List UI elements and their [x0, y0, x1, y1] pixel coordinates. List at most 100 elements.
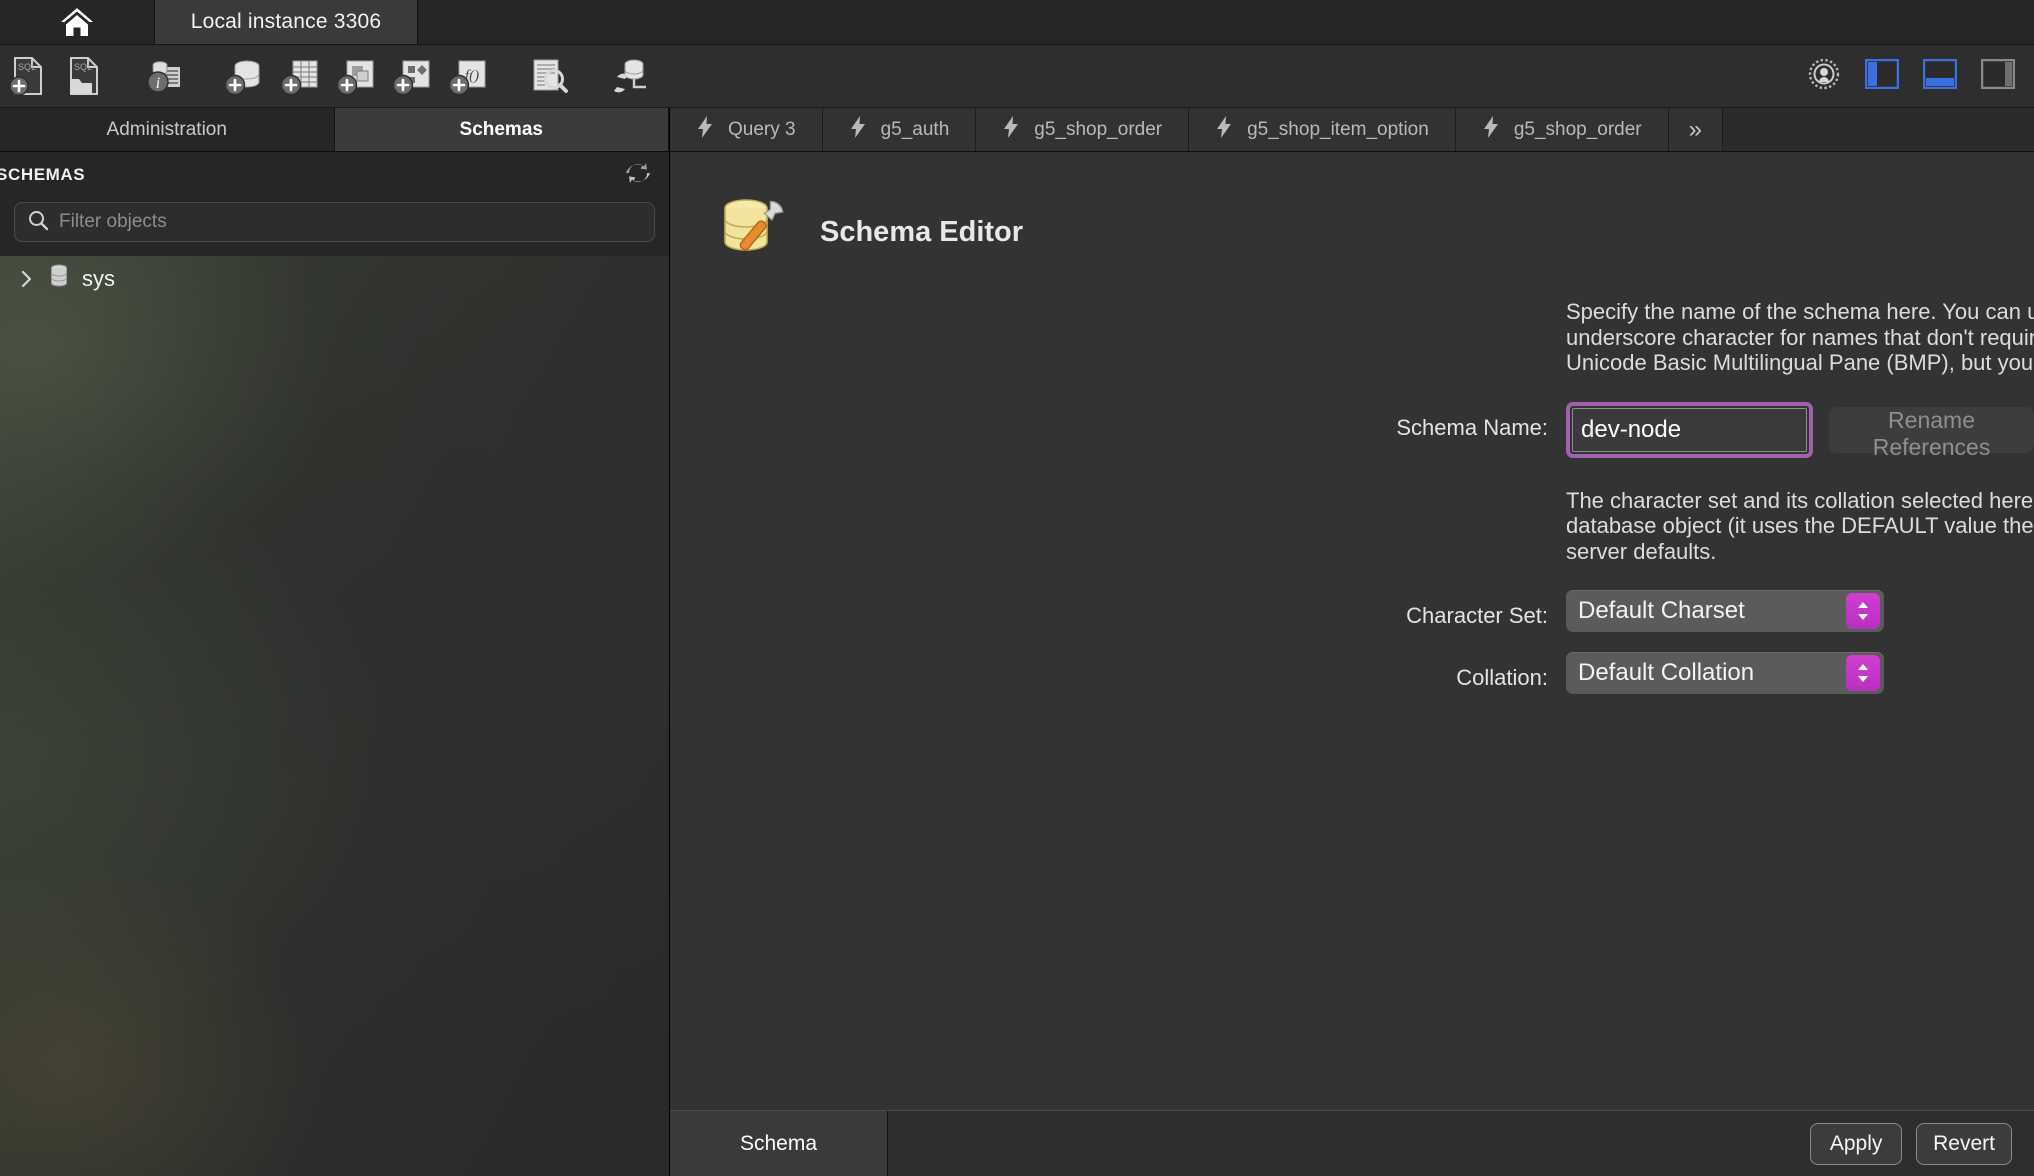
- tree-item-sys[interactable]: sys: [0, 256, 669, 302]
- schema-name-input-wrapper[interactable]: [1566, 401, 1814, 458]
- body-split: Administration Schemas SCHEMAS Filter ob…: [0, 108, 2034, 1176]
- editor-tab-g5-auth[interactable]: g5_auth: [822, 108, 977, 151]
- editor-tabbar: Query 3 g5_auth g5_shop_order g5_shop_it…: [670, 108, 2034, 152]
- editor-pane: Query 3 g5_auth g5_shop_order g5_shop_it…: [670, 108, 2034, 1176]
- editor-tab-query-3[interactable]: Query 3: [670, 108, 823, 151]
- toggle-secondary-sidebar-button[interactable]: [1972, 51, 2024, 103]
- editor-tab-label: g5_auth: [880, 118, 950, 140]
- panel-right-icon: [1980, 58, 2016, 94]
- instance-tab-label: Local instance 3306: [190, 10, 382, 33]
- new-sql-file-button[interactable]: SQL: [0, 50, 56, 102]
- lightning-icon: [849, 115, 867, 145]
- schemas-section-title: SCHEMAS: [0, 165, 86, 184]
- toolbar-file-group: SQL SQL i f(): [0, 50, 656, 102]
- lightning-icon: [696, 115, 714, 145]
- reconnect-server-button[interactable]: [600, 50, 656, 102]
- search-data-button[interactable]: [520, 50, 576, 102]
- sidebar-tab-schemas[interactable]: Schemas: [334, 108, 669, 151]
- schema-editor-icon: [718, 194, 792, 271]
- character-set-select[interactable]: Default Charset: [1566, 590, 1884, 633]
- new-function-button[interactable]: f(): [440, 50, 496, 102]
- lightning-icon: [1215, 115, 1233, 145]
- schema-editor-title: Schema Editor: [820, 216, 1024, 248]
- toggle-sidebar-button[interactable]: [1856, 51, 1908, 103]
- svg-text:i: i: [156, 75, 160, 92]
- schema-name-input[interactable]: [1572, 407, 1808, 452]
- rename-references-button[interactable]: Rename References: [1829, 406, 2034, 460]
- lightning-icon: [1482, 115, 1500, 145]
- editor-tab-label: Query 3: [728, 118, 796, 140]
- sidebar-tab-schemas-label: Schemas: [459, 118, 543, 140]
- chevron-updown-icon[interactable]: [1846, 655, 1880, 692]
- panel-left-icon: [1864, 58, 1900, 94]
- charset-description-line-2: database object (it uses the DEFAULT val…: [1566, 513, 2034, 539]
- reconnect-server-icon: [607, 55, 649, 97]
- apply-button[interactable]: Apply: [1810, 1122, 1903, 1165]
- editor-tab-label: g5_shop_item_option: [1247, 118, 1429, 140]
- toolbar-right-group: [1798, 45, 2024, 108]
- schema-editor-header: Schema Editor: [670, 194, 2034, 271]
- bottom-bar-actions: Apply Revert: [1810, 1122, 2034, 1165]
- editor-tab-g5-shop-order[interactable]: g5_shop_order: [976, 108, 1190, 151]
- schema-editor-form: Schema Editor Specify the name of the sc…: [670, 152, 2034, 1110]
- schema-name-row: Schema Name: Rename References: [670, 401, 2034, 460]
- charset-description: The character set and its collation sele…: [1566, 488, 2034, 565]
- main-toolbar: SQL SQL i f(): [0, 45, 2034, 108]
- svg-text:SQL: SQL: [18, 62, 36, 72]
- new-table-icon: [279, 55, 321, 97]
- open-sql-file-button[interactable]: SQL: [56, 50, 112, 102]
- chevron-right-icon[interactable]: [18, 269, 36, 289]
- home-icon: [58, 5, 96, 39]
- open-sql-file-icon: SQL: [64, 55, 104, 97]
- editor-tabbar-empty-area: [1723, 108, 2034, 151]
- bottom-tab-schema-label: Schema: [739, 1131, 818, 1155]
- sidebar-tab-administration-label: Administration: [106, 118, 227, 140]
- filter-area: [0, 198, 669, 256]
- filter-objects-input[interactable]: [59, 211, 642, 233]
- new-schema-icon: [223, 55, 265, 97]
- database-icon: [48, 263, 70, 296]
- panel-bottom-icon: [1922, 58, 1958, 94]
- editor-tab-g5-shop-item-option[interactable]: g5_shop_item_option: [1189, 108, 1456, 151]
- connection-info-icon: i: [144, 55, 184, 97]
- character-set-value: Default Charset: [1578, 597, 1745, 625]
- new-view-button[interactable]: [328, 50, 384, 102]
- new-procedure-button[interactable]: [384, 50, 440, 102]
- left-sidebar: Administration Schemas SCHEMAS Filter ob…: [0, 108, 670, 1176]
- chevron-updown-icon[interactable]: [1846, 593, 1880, 630]
- charset-description-line-3: server defaults.: [1566, 538, 1717, 564]
- gear-icon: [1805, 55, 1843, 98]
- instance-tab[interactable]: Local instance 3306: [155, 0, 418, 44]
- editor-tabs-overflow-button[interactable]: »: [1668, 108, 1723, 151]
- collation-value: Default Collation: [1578, 659, 1755, 687]
- editor-tab-label: g5_shop_order: [1513, 118, 1642, 140]
- sidebar-tabs: Administration Schemas: [0, 108, 669, 152]
- schemas-tree[interactable]: sys: [0, 256, 669, 1176]
- collation-label: Collation:: [1456, 665, 1548, 691]
- new-schema-button[interactable]: [216, 50, 272, 102]
- preferences-button[interactable]: [1798, 51, 1850, 103]
- refresh-schemas-button[interactable]: [621, 158, 655, 192]
- revert-button[interactable]: Revert: [1916, 1122, 2012, 1165]
- collation-select[interactable]: Default Collation: [1566, 652, 1884, 695]
- new-view-icon: [335, 55, 377, 97]
- window-tabbar: Local instance 3306: [0, 0, 2034, 45]
- editor-bottom-bar: Schema Apply Revert: [670, 1110, 2034, 1176]
- search-icon: [27, 209, 49, 236]
- new-table-button[interactable]: [272, 50, 328, 102]
- new-sql-file-icon: SQL: [8, 55, 48, 97]
- connection-info-button[interactable]: i: [136, 50, 192, 102]
- toggle-output-button[interactable]: [1914, 51, 1966, 103]
- editor-tab-g5-shop-order-2[interactable]: g5_shop_order: [1455, 108, 1669, 151]
- schemas-section-header: SCHEMAS: [0, 152, 669, 198]
- tree-item-sys-label: sys: [82, 266, 115, 291]
- home-tab[interactable]: [0, 0, 155, 44]
- filter-objects-box[interactable]: [14, 202, 655, 242]
- editor-tab-label: g5_shop_order: [1034, 118, 1163, 140]
- lightning-icon: [1002, 115, 1020, 145]
- bottom-tab-schema[interactable]: Schema: [670, 1111, 888, 1176]
- character-set-row: Character Set: Default Charset: [670, 590, 2034, 642]
- schema-name-description-line-1: Specify the name of the schema here. You…: [1566, 299, 2034, 324]
- sidebar-tab-administration[interactable]: Administration: [0, 108, 335, 151]
- refresh-icon: [625, 160, 651, 191]
